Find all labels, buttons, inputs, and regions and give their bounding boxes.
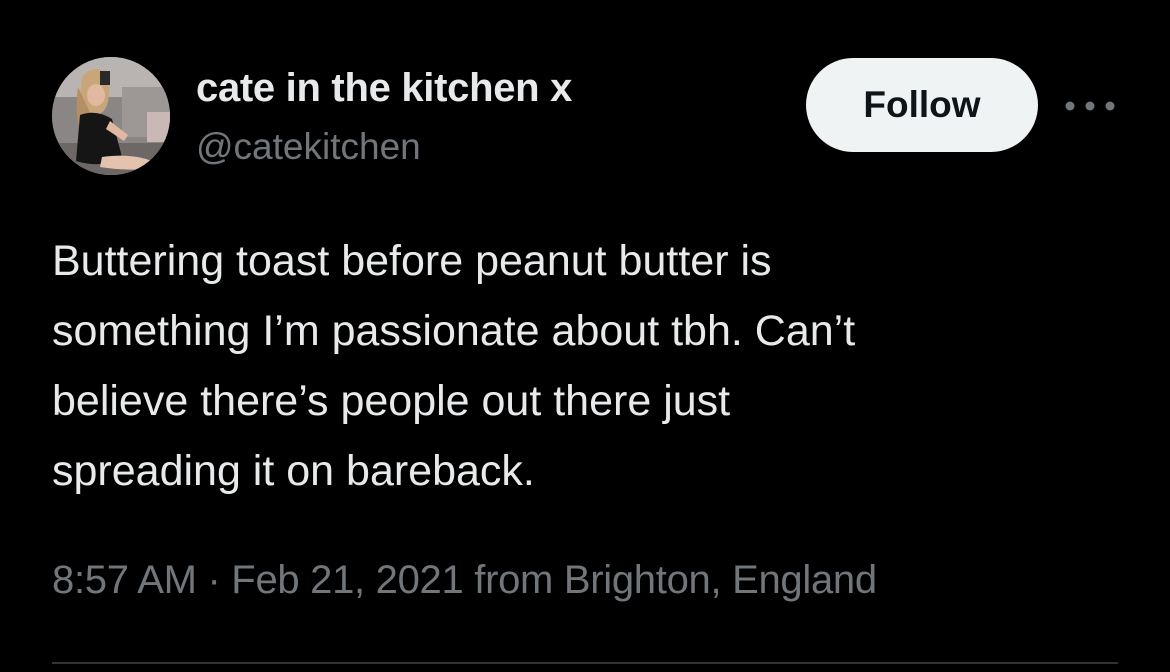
tweet-timestamp-location[interactable]: 8:57 AM · Feb 21, 2021 from Brighton, En… <box>52 558 877 603</box>
user-handle[interactable]: @catekitchen <box>196 126 421 168</box>
tweet-card: cate in the kitchen x @catekitchen Follo… <box>0 0 1170 672</box>
display-name[interactable]: cate in the kitchen x <box>196 66 572 111</box>
more-horizontal-icon <box>1065 101 1115 111</box>
tweet-text: Buttering toast before peanut butter is … <box>52 237 856 495</box>
more-options-button[interactable] <box>1062 88 1118 124</box>
follow-button[interactable]: Follow <box>806 58 1038 152</box>
divider <box>52 662 1118 664</box>
avatar[interactable] <box>52 57 170 175</box>
avatar-photo <box>52 57 170 175</box>
